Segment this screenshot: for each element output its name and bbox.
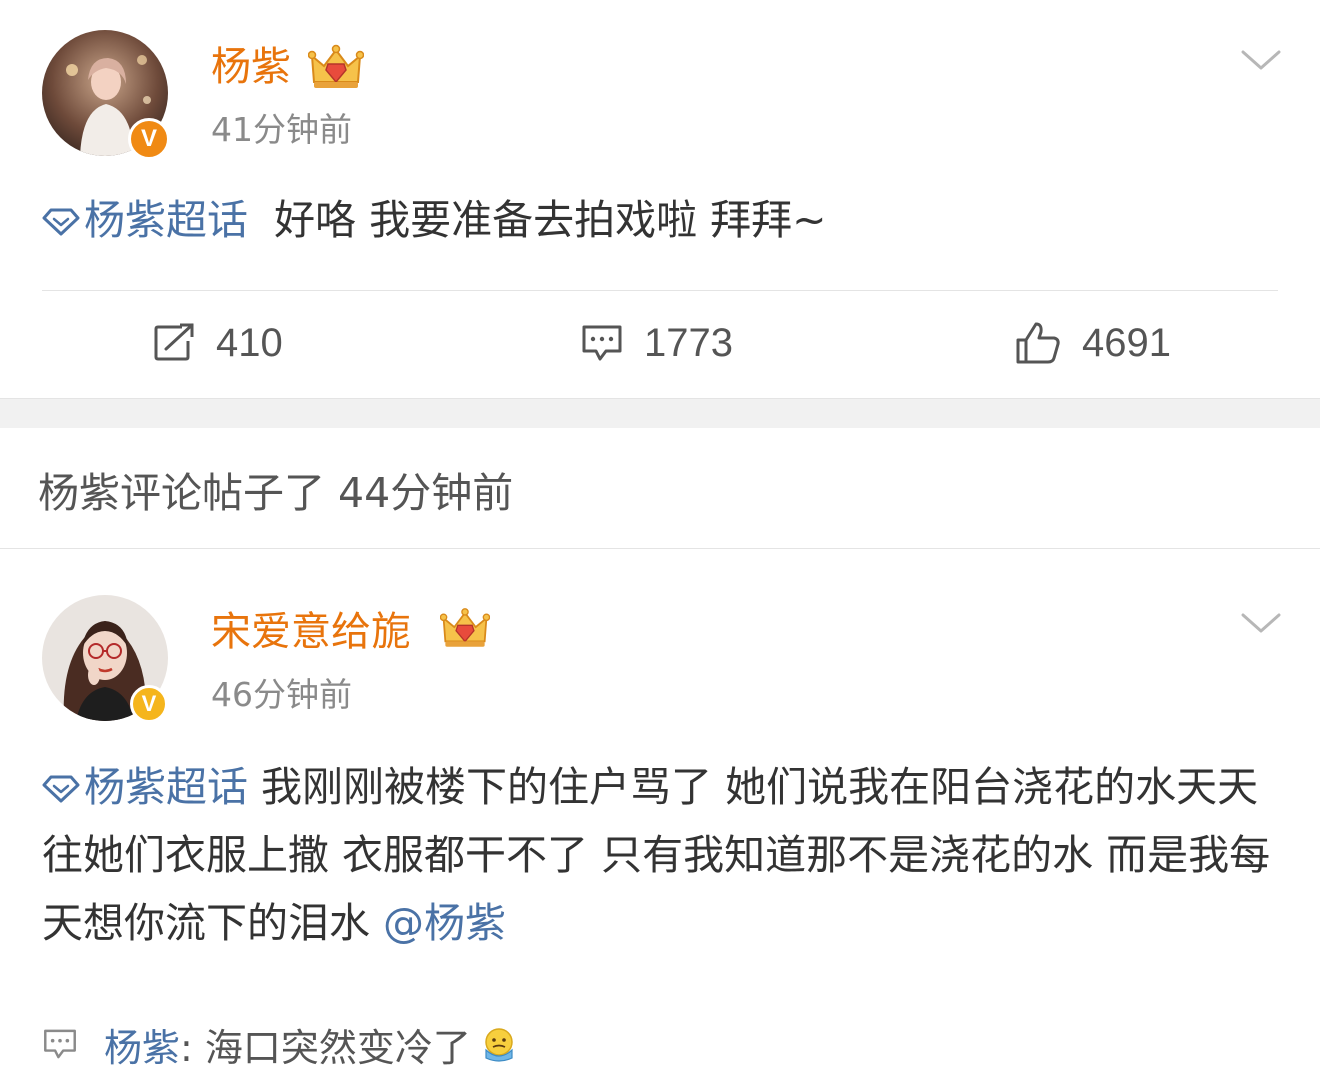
- diamond-icon: [42, 208, 80, 236]
- post-time: 46分钟前: [211, 675, 352, 714]
- post-content: 杨紫超话 我刚刚被楼下的住户骂了 她们说我在阳台浇花的水天天往她们衣服上撒 衣服…: [42, 753, 1282, 957]
- username[interactable]: 杨紫: [211, 42, 291, 92]
- topic-link[interactable]: 杨紫超话: [42, 763, 248, 811]
- badge-glyph: V: [141, 691, 157, 716]
- notice-text: 杨紫评论帖子了 44分钟前: [38, 469, 514, 517]
- activity-notice: 杨紫评论帖子了 44分钟前: [0, 428, 1320, 549]
- post-content: 杨紫超话 好咯 我要准备去拍戏啦 拜拜~: [42, 186, 1282, 254]
- mention-link[interactable]: @杨紫: [383, 899, 506, 947]
- avatar[interactable]: V: [42, 30, 170, 160]
- reply-preview[interactable]: 杨紫: 海口突然变冷了: [42, 1017, 517, 1072]
- post-card: V 宋爱意给旎 46分钟前 杨紫超话 我刚刚被楼下的住户骂了 她们说我在阳台浇花…: [0, 549, 1320, 1078]
- verified-badge-icon: V: [128, 118, 170, 160]
- comment-count: 1773: [644, 320, 733, 365]
- cold-emoji-icon: [485, 1028, 513, 1062]
- topic-label: 杨紫超话: [84, 763, 248, 811]
- like-icon: [1016, 322, 1060, 364]
- avatar[interactable]: V: [42, 595, 168, 723]
- topic-link[interactable]: 杨紫超话: [42, 196, 248, 244]
- repost-icon: [154, 323, 194, 361]
- section-separator: [0, 398, 1320, 428]
- post-card: V 杨紫 41分钟前 杨紫超话 好咯 我要准备去拍戏啦 拜拜~ 410 1773: [0, 0, 1320, 398]
- post-text: 好咯 我要准备去拍戏啦 拜拜~: [274, 196, 827, 244]
- reply-user[interactable]: 杨紫: [104, 1017, 180, 1072]
- diamond-icon: [42, 775, 80, 803]
- crown-icon[interactable]: [307, 44, 365, 90]
- post-time: 41分钟前: [211, 110, 352, 149]
- reply-text: : 海口突然变冷了: [180, 1025, 471, 1070]
- action-bar: 410 1773 4691: [0, 313, 1320, 373]
- verified-badge-icon: V: [130, 685, 168, 723]
- like-button[interactable]: 4691: [1014, 313, 1171, 373]
- comment-button[interactable]: 1773: [580, 313, 733, 373]
- chevron-down-icon[interactable]: [1241, 611, 1281, 635]
- username[interactable]: 宋爱意给旎: [211, 607, 411, 657]
- crown-icon[interactable]: [439, 607, 496, 653]
- badge-glyph: V: [140, 125, 157, 152]
- comment-icon: [44, 1029, 76, 1059]
- repost-button[interactable]: 410: [152, 313, 283, 373]
- topic-label: 杨紫超话: [84, 196, 248, 244]
- like-count: 4691: [1082, 320, 1171, 365]
- chevron-down-icon[interactable]: [1241, 48, 1281, 72]
- divider: [42, 290, 1278, 291]
- comment-icon: [582, 325, 622, 361]
- repost-count: 410: [216, 320, 283, 365]
